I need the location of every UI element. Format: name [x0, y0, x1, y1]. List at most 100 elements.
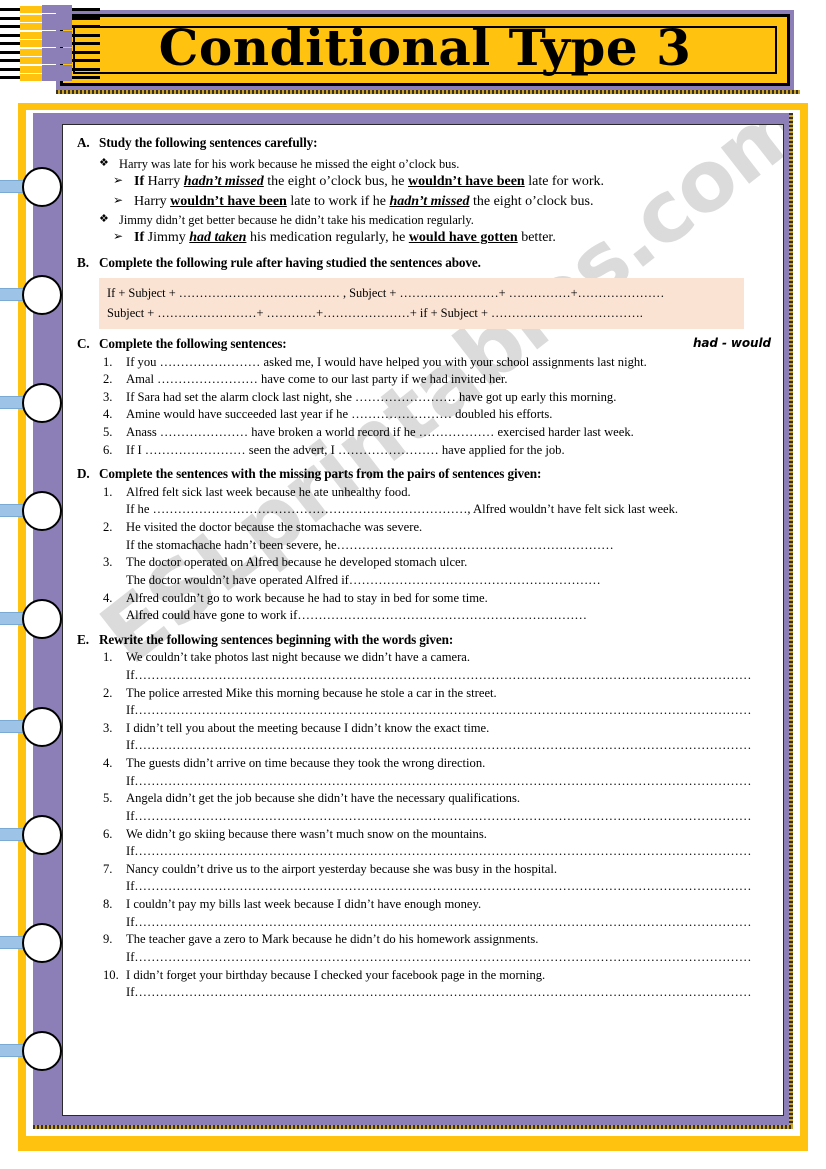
section-e-item-text: Nancy couldn’t drive us to the airport y…: [126, 861, 557, 876]
section-e-item-number: 2.: [103, 685, 113, 700]
section-e-answer-line[interactable]: If………………………………………………………………………………………………………: [126, 773, 771, 791]
section-c-item-number: 3.: [103, 389, 113, 404]
section-e-item-text: The police arrested Mike this morning be…: [126, 685, 497, 700]
section-c-item[interactable]: 6. If I …………………… seen the advert, I ………………: [103, 442, 771, 460]
spiral-coil-icon: [0, 64, 100, 73]
spiral-coil-icon: [0, 56, 100, 64]
section-e-item-number: 9.: [103, 932, 113, 947]
title-banner: Conditional Type 3: [56, 10, 794, 90]
section-e-item[interactable]: 3. I didn’t tell you about the meeting be…: [103, 720, 771, 738]
section-c-item[interactable]: 2. Amal …………………… have come to our last pa…: [103, 371, 771, 389]
diamond-bullet-icon: ❖: [99, 212, 109, 225]
binding-hole-icon: [22, 815, 62, 855]
section-e-item-number: 5.: [103, 791, 113, 806]
section-e-item[interactable]: 7. Nancy couldn’t drive us to the airport…: [103, 861, 771, 879]
section-e-answer-line[interactable]: If………………………………………………………………………………………………………: [126, 702, 771, 720]
binding-ring: [0, 599, 62, 643]
section-a-item: ➢ Harry wouldn’t have been late to work …: [113, 192, 771, 212]
rule-line-1: If + Subject + ………………………………… , Subject +…: [107, 285, 665, 300]
spiral-coil-icon: [0, 30, 100, 39]
section-d-answer-line[interactable]: If he …………………………………………………………………, Alfred …: [126, 501, 771, 519]
section-d-answer-line[interactable]: If the stomachache hadn’t been severe, h…: [126, 537, 771, 555]
section-c-heading: C. Complete the following sentences: had…: [77, 336, 771, 353]
worksheet-page: Conditional Type 3 ESLprintables.com A. …: [0, 0, 826, 1169]
section-e-item[interactable]: 8. I couldn’t pay my bills last week beca…: [103, 896, 771, 914]
section-c-item[interactable]: 3. If Sara had set the alarm clock last n…: [103, 389, 771, 407]
binding-ring: [0, 491, 62, 535]
section-d-item-number: 3.: [103, 555, 113, 570]
rule-answer-box[interactable]: If + Subject + ………………………………… , Subject +…: [99, 277, 744, 330]
section-a-letter: A.: [77, 135, 90, 150]
section-d-item[interactable]: 3. The doctor operated on Alfred because …: [103, 554, 771, 572]
section-b-letter: B.: [77, 255, 89, 271]
section-e-item[interactable]: 10. I didn’t forget your birthday because…: [103, 967, 771, 985]
section-c-item-text: Amine would have succeeded last year if …: [126, 407, 553, 422]
section-a-item: ➢ If Jimmy had taken his medication regu…: [113, 228, 771, 248]
section-e-item[interactable]: 1. We couldn’t take photos last night bec…: [103, 649, 771, 667]
section-c-item[interactable]: 1. If you …………………… asked me, I would have…: [103, 354, 771, 372]
title-underline-divider: [56, 90, 800, 94]
section-e-item[interactable]: 2. The police arrested Mike this morning …: [103, 685, 771, 703]
section-c-item-text: If Sara had set the alarm clock last nig…: [126, 389, 617, 404]
section-c-item-number: 6.: [103, 442, 113, 457]
section-c-item-number: 2.: [103, 372, 113, 387]
section-e-item-number: 4.: [103, 756, 113, 771]
section-e-item-text: The teacher gave a zero to Mark because …: [126, 932, 539, 947]
diamond-bullet-icon: ❖: [99, 156, 109, 169]
spiral-coil-icon: [0, 47, 100, 56]
section-c-item[interactable]: 4. Amine would have succeeded last year i…: [103, 406, 771, 424]
section-a-item-text: Jimmy didn’t get better because he didn’…: [119, 212, 474, 227]
section-b-heading-text: Complete the following rule after having…: [99, 255, 481, 271]
binding-ring: [0, 383, 62, 427]
section-d-answer-line[interactable]: Alfred could have gone to work if……………………: [126, 607, 771, 625]
binding-ring: [0, 707, 62, 751]
section-d-list: 1. Alfred felt sick last week because he …: [77, 484, 771, 625]
section-c-item-number: 5.: [103, 425, 113, 440]
section-c-heading-text: Complete the following sentences:: [99, 336, 287, 352]
section-e-answer-line[interactable]: If………………………………………………………………………………………………………: [126, 667, 771, 685]
section-e-item-text: The guests didn’t arrive on time because…: [126, 756, 486, 771]
section-a-item-text: Harry wouldn’t have been late to work if…: [134, 193, 594, 209]
section-d-item[interactable]: 1. Alfred felt sick last week because he …: [103, 484, 771, 502]
section-e-item[interactable]: 6. We didn’t go skiing because there wasn…: [103, 826, 771, 844]
rule-line-2: Subject + ……………………+ …………+…………………+ if + S…: [107, 305, 643, 320]
binding-ring: [0, 923, 62, 967]
section-d-item[interactable]: 2. He visited the doctor because the stom…: [103, 519, 771, 537]
binding-hole-icon: [22, 923, 62, 963]
spiral-coil-icon: [0, 39, 100, 47]
section-c-item[interactable]: 5. Anass ………………… have broken a world reco…: [103, 424, 771, 442]
section-e-answer-line[interactable]: If………………………………………………………………………………………………………: [126, 878, 771, 896]
section-a-heading-text: Study the following sentences carefully:: [99, 135, 318, 150]
section-e-answer-line[interactable]: If………………………………………………………………………………………………………: [126, 808, 771, 826]
section-e-answer-line[interactable]: If………………………………………………………………………………………………………: [126, 984, 771, 1002]
section-e-item-number: 3.: [103, 720, 113, 735]
binding-hole-icon: [22, 383, 62, 423]
page-title: Conditional Type 3: [158, 18, 692, 77]
section-e-item-text: Angela didn’t get the job because she di…: [126, 791, 521, 806]
section-c-word-cue: had - would: [692, 336, 771, 351]
section-d-answer-line[interactable]: The doctor wouldn’t have operated Alfred…: [126, 572, 771, 590]
section-e-answer-line[interactable]: If………………………………………………………………………………………………………: [126, 949, 771, 967]
section-e-item[interactable]: 4. The guests didn’t arrive on time becau…: [103, 755, 771, 773]
binding-ring: [0, 815, 62, 859]
page-frame-dotted-bottom: [33, 1125, 793, 1129]
section-e-answer-line[interactable]: If………………………………………………………………………………………………………: [126, 843, 771, 861]
section-d-item-number: 2.: [103, 520, 113, 535]
section-d-item-text: Alfred couldn’t go to work because he ha…: [126, 590, 488, 605]
binding-hole-icon: [22, 599, 62, 639]
binding-hole-icon: [22, 1031, 62, 1071]
worksheet-content: A. Study the following sentences careful…: [63, 125, 783, 1008]
arrow-bullet-icon: ➢: [113, 229, 124, 244]
binding-hole-icon: [22, 167, 62, 207]
section-e-item-text: I didn’t forget your birthday because I …: [126, 967, 546, 982]
section-e-item[interactable]: 5. Angela didn’t get the job because she …: [103, 790, 771, 808]
section-d-item[interactable]: 4. Alfred couldn’t go to work because he …: [103, 590, 771, 608]
page-frame-dotted-right: [789, 113, 793, 1129]
section-e-answer-line[interactable]: If………………………………………………………………………………………………………: [126, 914, 771, 932]
spiral-coil-icon: [0, 13, 100, 22]
section-e-item[interactable]: 9. The teacher gave a zero to Mark becaus…: [103, 931, 771, 949]
arrow-bullet-icon: ➢: [113, 192, 124, 207]
section-c-list: 1. If you …………………… asked me, I would have…: [77, 354, 771, 460]
section-c-item-text: Amal …………………… have come to our last part…: [126, 372, 508, 387]
section-e-answer-line[interactable]: If………………………………………………………………………………………………………: [126, 737, 771, 755]
